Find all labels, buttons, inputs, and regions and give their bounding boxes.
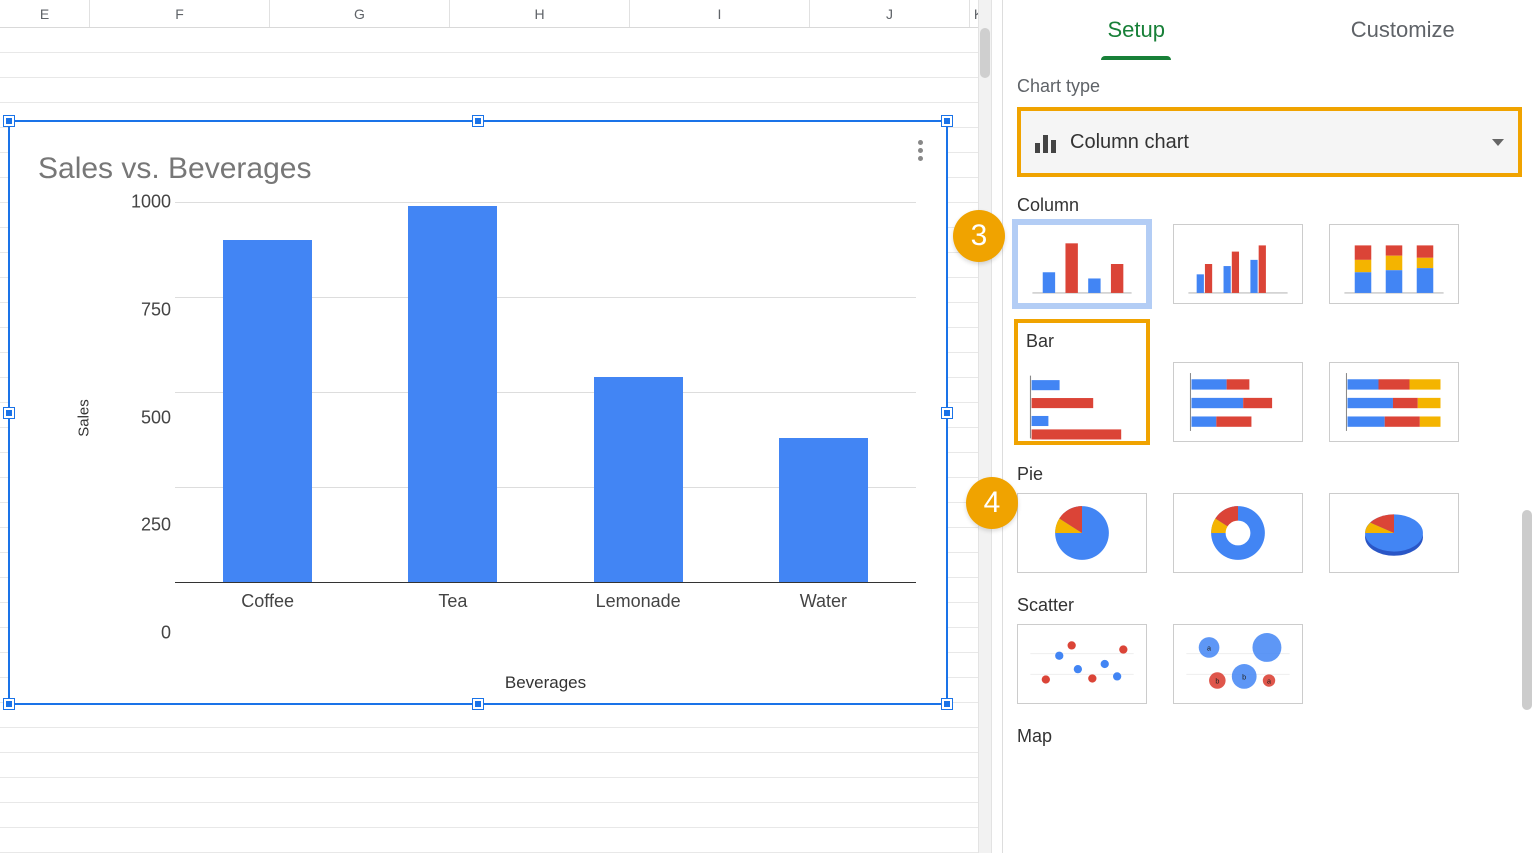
tab-customize[interactable]: Customize: [1270, 0, 1536, 60]
scatter-thumbnails: a b b a: [1003, 624, 1536, 704]
column-thumbnails: [1003, 224, 1536, 304]
chart-plot: Sales CoffeeTeaLemonadeWater Beverages 0…: [75, 202, 916, 633]
thumb-bar-stacked[interactable]: [1173, 362, 1303, 442]
annotation-step-3: 3: [953, 210, 1005, 262]
resize-handle-mr[interactable]: [942, 408, 952, 418]
sheet-scrollbar-thumb[interactable]: [980, 28, 990, 78]
col-header-G[interactable]: G: [270, 0, 450, 27]
group-column: Column: [1017, 195, 1536, 216]
resize-handle-tl[interactable]: [4, 116, 14, 126]
sheet-scrollbar[interactable]: [978, 0, 992, 853]
spreadsheet-area: EFGHIJK Sales vs. Beverages Sales Coffee…: [0, 0, 988, 853]
thumb-bar-100stacked[interactable]: [1329, 362, 1459, 442]
ytick: 750: [75, 299, 171, 320]
resize-handle-bl[interactable]: [4, 699, 14, 709]
thumb-donut[interactable]: [1173, 493, 1303, 573]
plot-area: CoffeeTeaLemonadeWater: [175, 202, 916, 583]
group-map: Map: [1017, 726, 1536, 747]
panel-tabs: Setup Customize: [1003, 0, 1536, 60]
column-chart-icon: [1035, 131, 1056, 153]
xtick: Water: [731, 591, 916, 612]
xtick: Tea: [360, 591, 545, 612]
ytick: 500: [75, 407, 171, 428]
column-headers: EFGHIJK: [0, 0, 988, 28]
col-header-I[interactable]: I: [630, 0, 810, 27]
bar-coffee: [223, 240, 312, 582]
thumb-column-grouped[interactable]: [1173, 224, 1303, 304]
thumb-column-stacked[interactable]: [1329, 224, 1459, 304]
resize-handle-br[interactable]: [942, 699, 952, 709]
bar-water: [779, 438, 868, 582]
bar-lemonade: [594, 377, 683, 582]
bar-thumbnails: Bar: [1003, 322, 1536, 442]
ytick: 250: [75, 515, 171, 536]
ytick: 0: [75, 623, 171, 644]
x-axis-label: Beverages: [175, 673, 916, 693]
xtick: Lemonade: [546, 591, 731, 612]
chart-menu-icon[interactable]: [908, 138, 932, 162]
chart-type-value: Column chart: [1070, 131, 1189, 154]
svg-text:b: b: [1215, 677, 1219, 686]
chart-type-label: Chart type: [1017, 76, 1522, 97]
thumb-pie[interactable]: [1017, 493, 1147, 573]
chevron-down-icon: [1492, 139, 1504, 146]
chart-editor-panel: Setup Customize Chart type Column chart …: [1002, 0, 1536, 853]
group-bar: Bar: [1026, 331, 1138, 352]
resize-handle-tm[interactable]: [473, 116, 483, 126]
col-header-H[interactable]: H: [450, 0, 630, 27]
ytick: 1000: [75, 192, 171, 213]
col-header-F[interactable]: F: [90, 0, 270, 27]
chart-object[interactable]: Sales vs. Beverages Sales CoffeeTeaLemon…: [8, 120, 948, 705]
resize-handle-tr[interactable]: [942, 116, 952, 126]
pie-thumbnails: [1003, 493, 1536, 573]
chart-type-select[interactable]: Column chart: [1017, 107, 1522, 177]
annotation-step-4: 4: [966, 477, 1018, 529]
tab-setup[interactable]: Setup: [1003, 0, 1270, 60]
xtick: Coffee: [175, 591, 360, 612]
col-header-J[interactable]: J: [810, 0, 970, 27]
thumb-bar-basic[interactable]: Bar: [1017, 322, 1147, 442]
thumb-pie-3d[interactable]: [1329, 493, 1459, 573]
thumb-bubble[interactable]: a b b a: [1173, 624, 1303, 704]
thumb-scatter[interactable]: [1017, 624, 1147, 704]
col-header-E[interactable]: E: [0, 0, 90, 27]
svg-text:b: b: [1242, 673, 1246, 682]
chart-title: Sales vs. Beverages: [10, 122, 946, 186]
group-pie: Pie: [1017, 464, 1536, 485]
group-scatter: Scatter: [1017, 595, 1536, 616]
panel-scrollbar[interactable]: [1522, 510, 1532, 710]
thumb-column-basic[interactable]: [1017, 224, 1147, 304]
bar-tea: [408, 206, 497, 582]
resize-handle-bm[interactable]: [473, 699, 483, 709]
resize-handle-ml[interactable]: [4, 408, 14, 418]
